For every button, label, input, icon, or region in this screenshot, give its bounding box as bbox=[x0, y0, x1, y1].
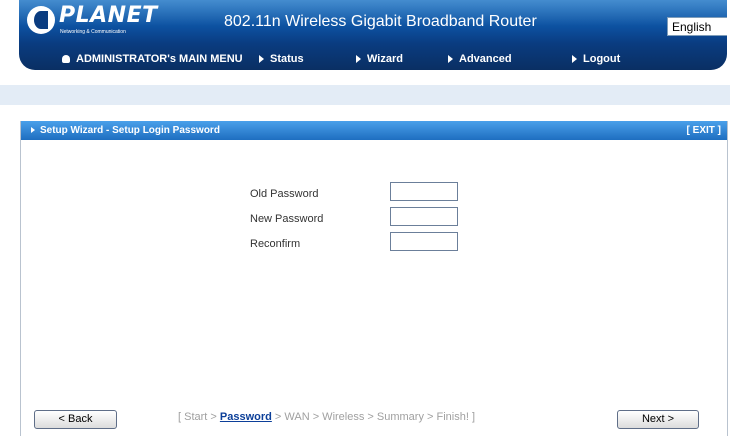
planet-logo: PLANET Networking & Communication bbox=[27, 2, 157, 42]
nav-status[interactable]: Status bbox=[259, 53, 304, 65]
product-title: 802.11n Wireless Gigabit Broadband Route… bbox=[224, 13, 537, 30]
steps-prefix: [ Start > bbox=[178, 411, 220, 423]
panel-title: Setup Wizard - Setup Login Password bbox=[31, 125, 220, 136]
new-password-field[interactable] bbox=[390, 207, 458, 226]
exit-link[interactable]: [ EXIT ] bbox=[687, 125, 721, 136]
nav-logout[interactable]: Logout bbox=[572, 53, 620, 65]
new-password-label: New Password bbox=[250, 213, 324, 225]
logo-subtext: Networking & Communication bbox=[60, 29, 126, 35]
nav-advanced[interactable]: Advanced bbox=[448, 53, 512, 65]
reconfirm-label: Reconfirm bbox=[250, 238, 301, 250]
header-bar: PLANET Networking & Communication 802.11… bbox=[19, 0, 727, 70]
old-password-field[interactable] bbox=[390, 182, 458, 201]
arrow-right-icon bbox=[259, 55, 264, 64]
arrow-right-icon bbox=[572, 55, 577, 64]
nav-status-label: Status bbox=[270, 53, 304, 65]
sub-band bbox=[0, 85, 730, 105]
language-select[interactable]: English ▼ bbox=[667, 17, 727, 36]
user-icon bbox=[62, 55, 70, 64]
steps-suffix: > WAN > Wireless > Summary > Finish! ] bbox=[271, 411, 475, 423]
language-value: English bbox=[672, 20, 712, 34]
old-password-label: Old Password bbox=[250, 188, 319, 200]
reconfirm-field[interactable] bbox=[390, 232, 458, 251]
back-button[interactable]: < Back bbox=[34, 410, 117, 429]
nav-advanced-label: Advanced bbox=[459, 53, 512, 65]
panel-title-bar: Setup Wizard - Setup Login Password [ EX… bbox=[21, 121, 727, 140]
nav-wizard-label: Wizard bbox=[367, 53, 403, 65]
wizard-steps: [ Start > Password > WAN > Wireless > Su… bbox=[178, 411, 475, 423]
arrow-right-icon bbox=[356, 55, 361, 64]
steps-current[interactable]: Password bbox=[220, 411, 272, 423]
panel-title-text: Setup Wizard - Setup Login Password bbox=[40, 125, 220, 136]
main-nav: ADMINISTRATOR's MAIN MENU Status Wizard … bbox=[19, 51, 727, 69]
nav-admin-menu[interactable]: ADMINISTRATOR's MAIN MENU bbox=[62, 53, 243, 65]
next-button[interactable]: Next > bbox=[617, 410, 699, 429]
arrow-right-icon bbox=[448, 55, 453, 64]
nav-logout-label: Logout bbox=[583, 53, 621, 65]
logo-globe-icon bbox=[27, 6, 55, 34]
nav-admin-label: ADMINISTRATOR's MAIN MENU bbox=[76, 53, 243, 65]
logo-text: PLANET bbox=[59, 3, 158, 28]
nav-wizard[interactable]: Wizard bbox=[356, 53, 403, 65]
arrow-right-icon bbox=[31, 127, 35, 134]
wizard-panel: Setup Wizard - Setup Login Password [ EX… bbox=[20, 121, 728, 436]
